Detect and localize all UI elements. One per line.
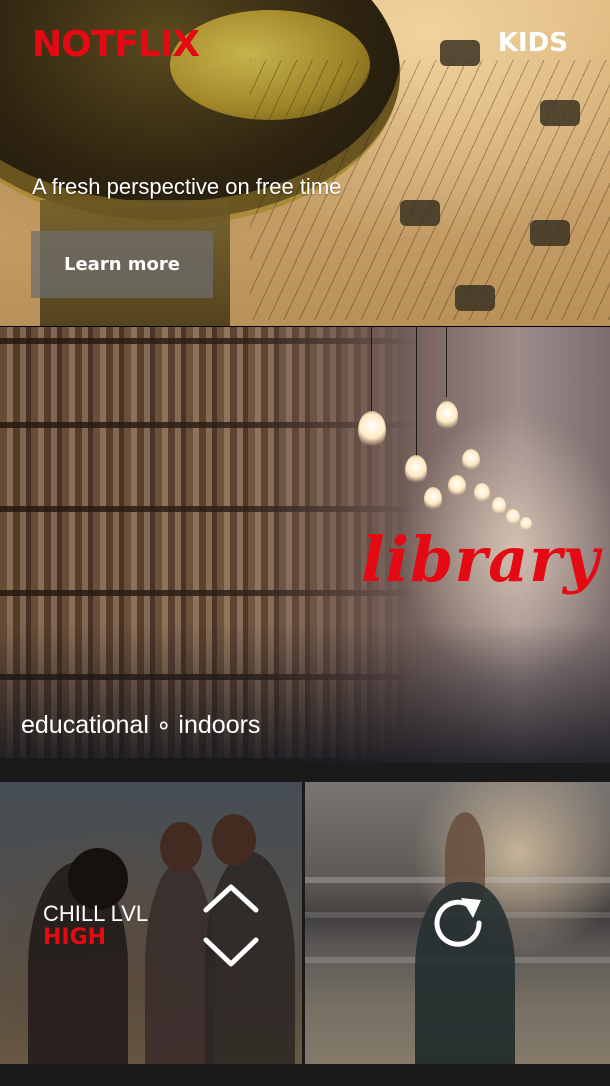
chill-level-card[interactable]: CHILL LVL HIGH	[0, 782, 302, 1064]
yoga-card[interactable]	[305, 782, 610, 1064]
library-tags: educational ∘ indoors	[21, 711, 261, 739]
chevron-up-icon	[203, 884, 259, 913]
lamp-wire	[416, 327, 417, 457]
library-title: library	[361, 523, 600, 596]
light-bulb	[462, 449, 480, 471]
light-bulb	[405, 455, 427, 485]
chevron-down-icon	[203, 937, 259, 967]
learn-more-button[interactable]: Learn more	[31, 231, 213, 298]
swing-rider	[540, 100, 580, 126]
card-gradient	[0, 623, 610, 763]
lamp-wire	[446, 327, 447, 397]
lamp-wire	[371, 327, 372, 417]
hero-banner: NOTFLIX KIDS A fresh perspective on free…	[0, 0, 610, 326]
refresh-icon	[434, 898, 482, 947]
light-bulb	[474, 483, 490, 503]
library-card[interactable]: library educational ∘ indoors	[0, 326, 610, 763]
light-bulb	[424, 487, 442, 511]
swing-rider	[400, 200, 440, 226]
light-bulb	[448, 475, 466, 497]
light-bulb	[492, 497, 506, 515]
chill-down-button[interactable]	[200, 932, 262, 972]
hero-title: A fresh perspective on free time	[32, 174, 342, 199]
light-bulb	[436, 401, 458, 431]
chill-level-value: HIGH	[43, 925, 107, 950]
chill-up-button[interactable]	[200, 880, 262, 920]
chill-label: CHILL LVL	[43, 901, 149, 926]
swing-rider	[440, 40, 480, 66]
kids-link[interactable]: KIDS	[498, 28, 568, 58]
light-bulb	[358, 411, 386, 449]
swing-rider	[530, 220, 570, 246]
refresh-button[interactable]	[425, 890, 491, 956]
swing-rider	[455, 285, 495, 311]
brand-logo[interactable]: NOTFLIX	[32, 24, 200, 65]
